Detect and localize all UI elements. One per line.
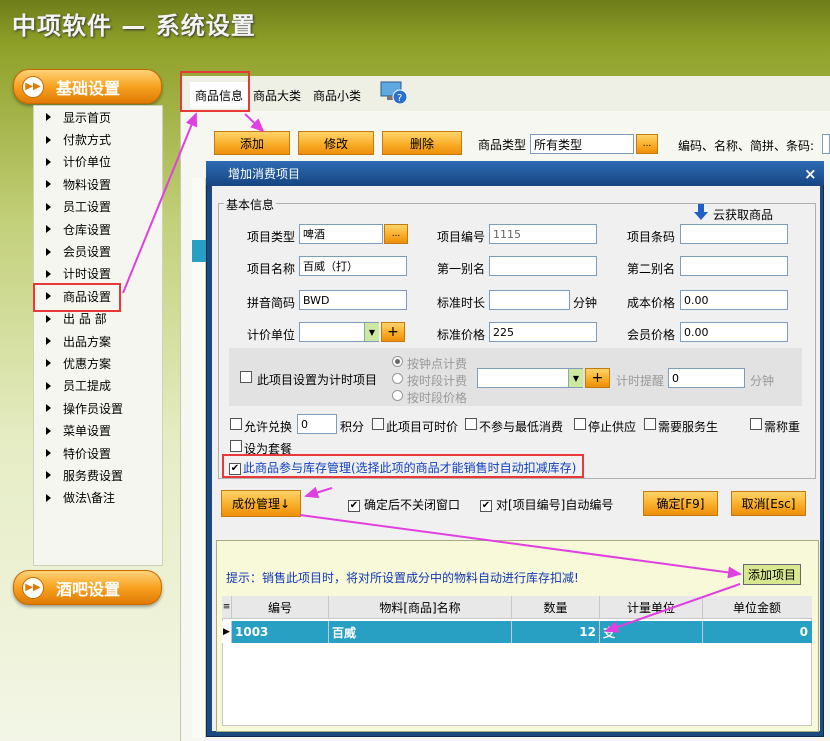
arrow-to-add-item bbox=[299, 514, 742, 579]
arrow-to-add bbox=[244, 113, 265, 133]
annotation-arrows bbox=[122, 112, 742, 633]
arrow-to-tab bbox=[122, 112, 198, 294]
arrow-to-row bbox=[604, 583, 741, 633]
arrow-to-component bbox=[304, 486, 333, 499]
